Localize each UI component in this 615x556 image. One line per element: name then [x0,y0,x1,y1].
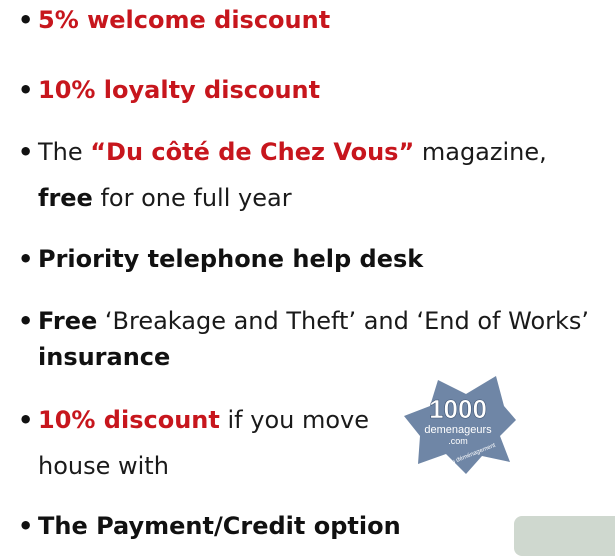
insurance-word: insurance [38,343,171,371]
moving-discount-rest: if you move [219,406,369,434]
list-item-payment-credit: • The Payment/Credit option [18,508,401,544]
list-item-insurance: • Free ‘Breakage and Theft’ and ‘End of W… [18,303,589,375]
magazine-free-text: free [38,184,93,212]
magazine-line2: free for one full year [18,180,547,216]
1000-demenageurs-logo: 1000 demenageurs .com les pros du déména… [404,376,516,475]
moving-discount-line2: house with [18,448,369,484]
moving-discount-text: 10% discount [38,406,220,434]
list-item-help-desk: • Priority telephone help desk [18,241,423,277]
bullet: • [18,307,34,335]
bullet: • [18,138,34,166]
list-item-loyalty-discount: • 10% loyalty discount [18,72,320,108]
help-desk-text: Priority telephone help desk [38,245,424,273]
welcome-discount-text: 5% welcome discount [38,6,331,34]
bullet: • [18,76,34,104]
list-item-magazine: • The “Du côté de Chez Vous” magazine, fr… [18,134,547,216]
list-item-moving-discount: • 10% discount if you move house with [18,402,369,484]
moving-house-text: house with [38,452,169,480]
list-item-welcome-discount: • 5% welcome discount [18,2,330,38]
magazine-post-text: magazine, [414,138,547,166]
bullet: • [18,245,34,273]
payment-credit-text: The Payment/Credit option [38,512,401,540]
logo-domain: .com [448,436,468,446]
bullet: • [18,6,34,34]
magazine-pre-text: The [38,138,91,166]
logo-brand: demenageurs [424,424,492,436]
bullet: • [18,512,34,540]
insurance-line2: insurance [18,339,589,375]
loyalty-discount-text: 10% loyalty discount [38,76,321,104]
bullet: • [18,406,34,434]
magazine-duration-text: for one full year [92,184,292,212]
insurance-free-text: Free [38,307,98,335]
magazine-title: “Du côté de Chez Vous” [90,138,415,166]
corner-panel [514,516,615,556]
logo-number: 1000 [429,394,487,424]
insurance-detail-text: ‘Breakage and Theft’ and ‘End of Works’ [97,307,590,335]
